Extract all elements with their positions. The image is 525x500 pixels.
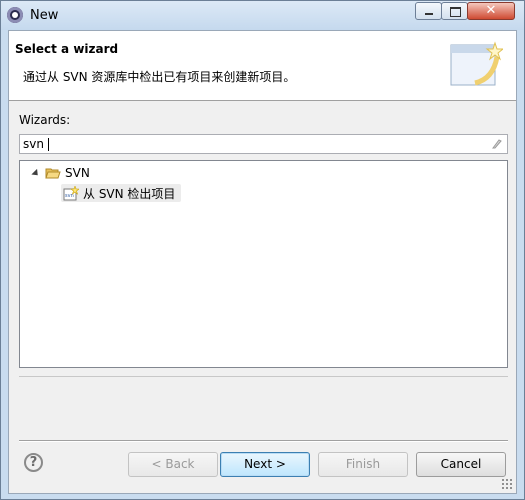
clear-filter-icon[interactable] [492, 138, 502, 149]
close-icon: ✕ [485, 3, 497, 18]
button-bar-separator [19, 440, 508, 442]
close-button[interactable]: ✕ [467, 2, 515, 20]
back-button[interactable]: < Back [128, 452, 218, 477]
next-button[interactable]: Next > [220, 452, 310, 477]
folder-open-icon [45, 168, 61, 179]
cancel-button[interactable]: Cancel [416, 452, 506, 477]
minimize-button[interactable] [415, 2, 442, 20]
dialog-client-area: Select a wizard 通过从 SVN 资源库中检出已有项目来创建新项目… [8, 30, 517, 494]
expand-arrow-icon[interactable] [31, 168, 41, 179]
new-wizard-window: New ✕ Select a wizard 通过从 SVN 资源库中检出已有项目… [0, 0, 525, 500]
filter-text: svn [23, 137, 44, 151]
wizard-filter-input[interactable]: svn [19, 134, 508, 154]
wizards-label: Wizards: [19, 113, 71, 127]
finish-button[interactable]: Finish [318, 452, 408, 477]
tree-item-checkout[interactable]: 从 SVN 检出项目 [83, 185, 175, 202]
separator [19, 376, 508, 377]
tree-node-svn[interactable]: SVN [65, 166, 90, 180]
maximize-button[interactable] [441, 2, 468, 20]
window-title: New [30, 8, 59, 23]
header-title: Select a wizard [15, 42, 119, 56]
title-bar[interactable]: New ✕ [1, 1, 524, 30]
header-description: 通过从 SVN 资源库中检出已有项目来创建新项目。 [23, 70, 296, 84]
wizard-banner-icon [450, 41, 503, 86]
text-caret [48, 138, 49, 151]
eclipse-app-icon [7, 7, 23, 23]
wizard-tree[interactable]: SVN svn 从 SVN 检出项目 [19, 160, 508, 368]
svn-checkout-icon: svn [63, 186, 79, 201]
wizard-header: Select a wizard 通过从 SVN 资源库中检出已有项目来创建新项目… [9, 31, 516, 101]
help-icon[interactable]: ? [24, 453, 43, 472]
resize-grip[interactable] [501, 478, 513, 490]
